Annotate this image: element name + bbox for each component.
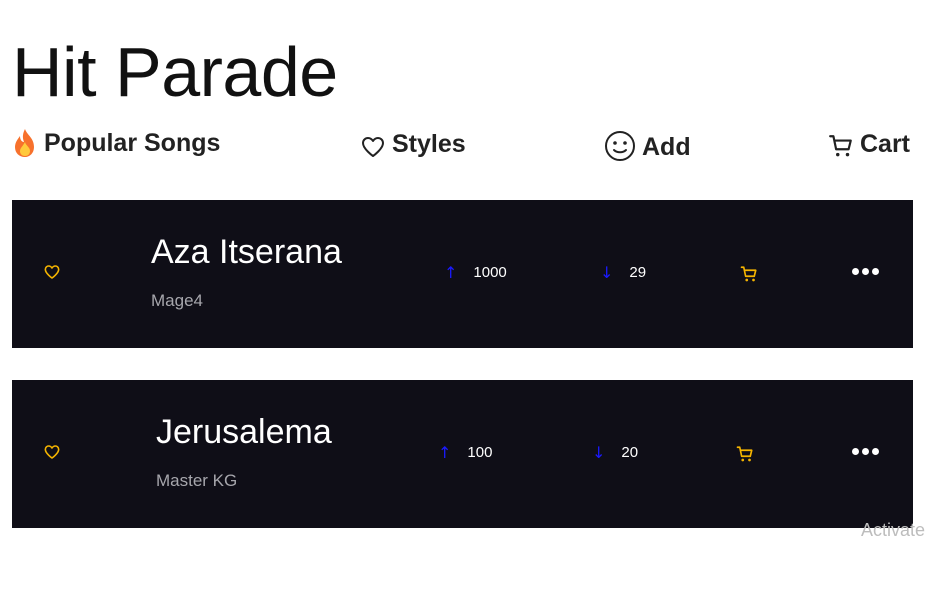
- upvote-count: 100: [467, 444, 493, 461]
- more-options-icon[interactable]: [852, 448, 879, 455]
- downvote-button[interactable]: ↓ 20: [592, 443, 638, 462]
- cart-icon: [828, 133, 854, 159]
- song-title: Aza Itserana: [151, 233, 342, 271]
- add-to-cart-icon[interactable]: [740, 265, 758, 283]
- downvote-count: 29: [629, 264, 647, 281]
- nav-add[interactable]: Add: [604, 130, 691, 162]
- arrow-down-icon: ↓: [600, 263, 614, 282]
- song-card: Aza Itserana Mage4 ↑ 1000 ↓ 29: [12, 200, 913, 348]
- nav-popular-songs-label: Popular Songs: [44, 129, 221, 157]
- song-card: Jerusalema Master KG ↑ 100 ↓ 20: [12, 380, 913, 528]
- add-to-cart-icon[interactable]: [736, 445, 754, 463]
- page-title: Hit Parade: [12, 33, 338, 111]
- song-artist: Master KG: [156, 471, 238, 490]
- arrow-up-icon: ↑: [444, 263, 458, 282]
- heart-icon: [360, 135, 386, 159]
- nav-popular-songs[interactable]: Popular Songs: [12, 128, 220, 158]
- smile-icon: [604, 130, 636, 162]
- like-heart-icon[interactable]: [44, 264, 60, 280]
- arrow-up-icon: ↑: [438, 443, 452, 462]
- upvote-button[interactable]: ↑ 1000: [444, 263, 507, 282]
- nav-styles-label: Styles: [392, 130, 466, 158]
- downvote-count: 20: [621, 444, 639, 461]
- downvote-button[interactable]: ↓ 29: [600, 263, 646, 282]
- song-artist: Mage4: [151, 291, 203, 310]
- like-heart-icon[interactable]: [44, 444, 60, 460]
- song-title: Jerusalema: [156, 413, 332, 451]
- nav-add-label: Add: [642, 133, 691, 161]
- upvote-button[interactable]: ↑ 100: [438, 443, 492, 462]
- nav-cart-label: Cart: [860, 130, 911, 158]
- more-options-icon[interactable]: [852, 268, 879, 275]
- nav-cart[interactable]: Cart: [828, 130, 910, 159]
- fire-icon: [12, 128, 38, 158]
- arrow-down-icon: ↓: [592, 443, 606, 462]
- nav-styles[interactable]: Styles: [360, 130, 466, 159]
- upvote-count: 1000: [473, 264, 507, 281]
- activation-watermark: Activate: [861, 520, 926, 540]
